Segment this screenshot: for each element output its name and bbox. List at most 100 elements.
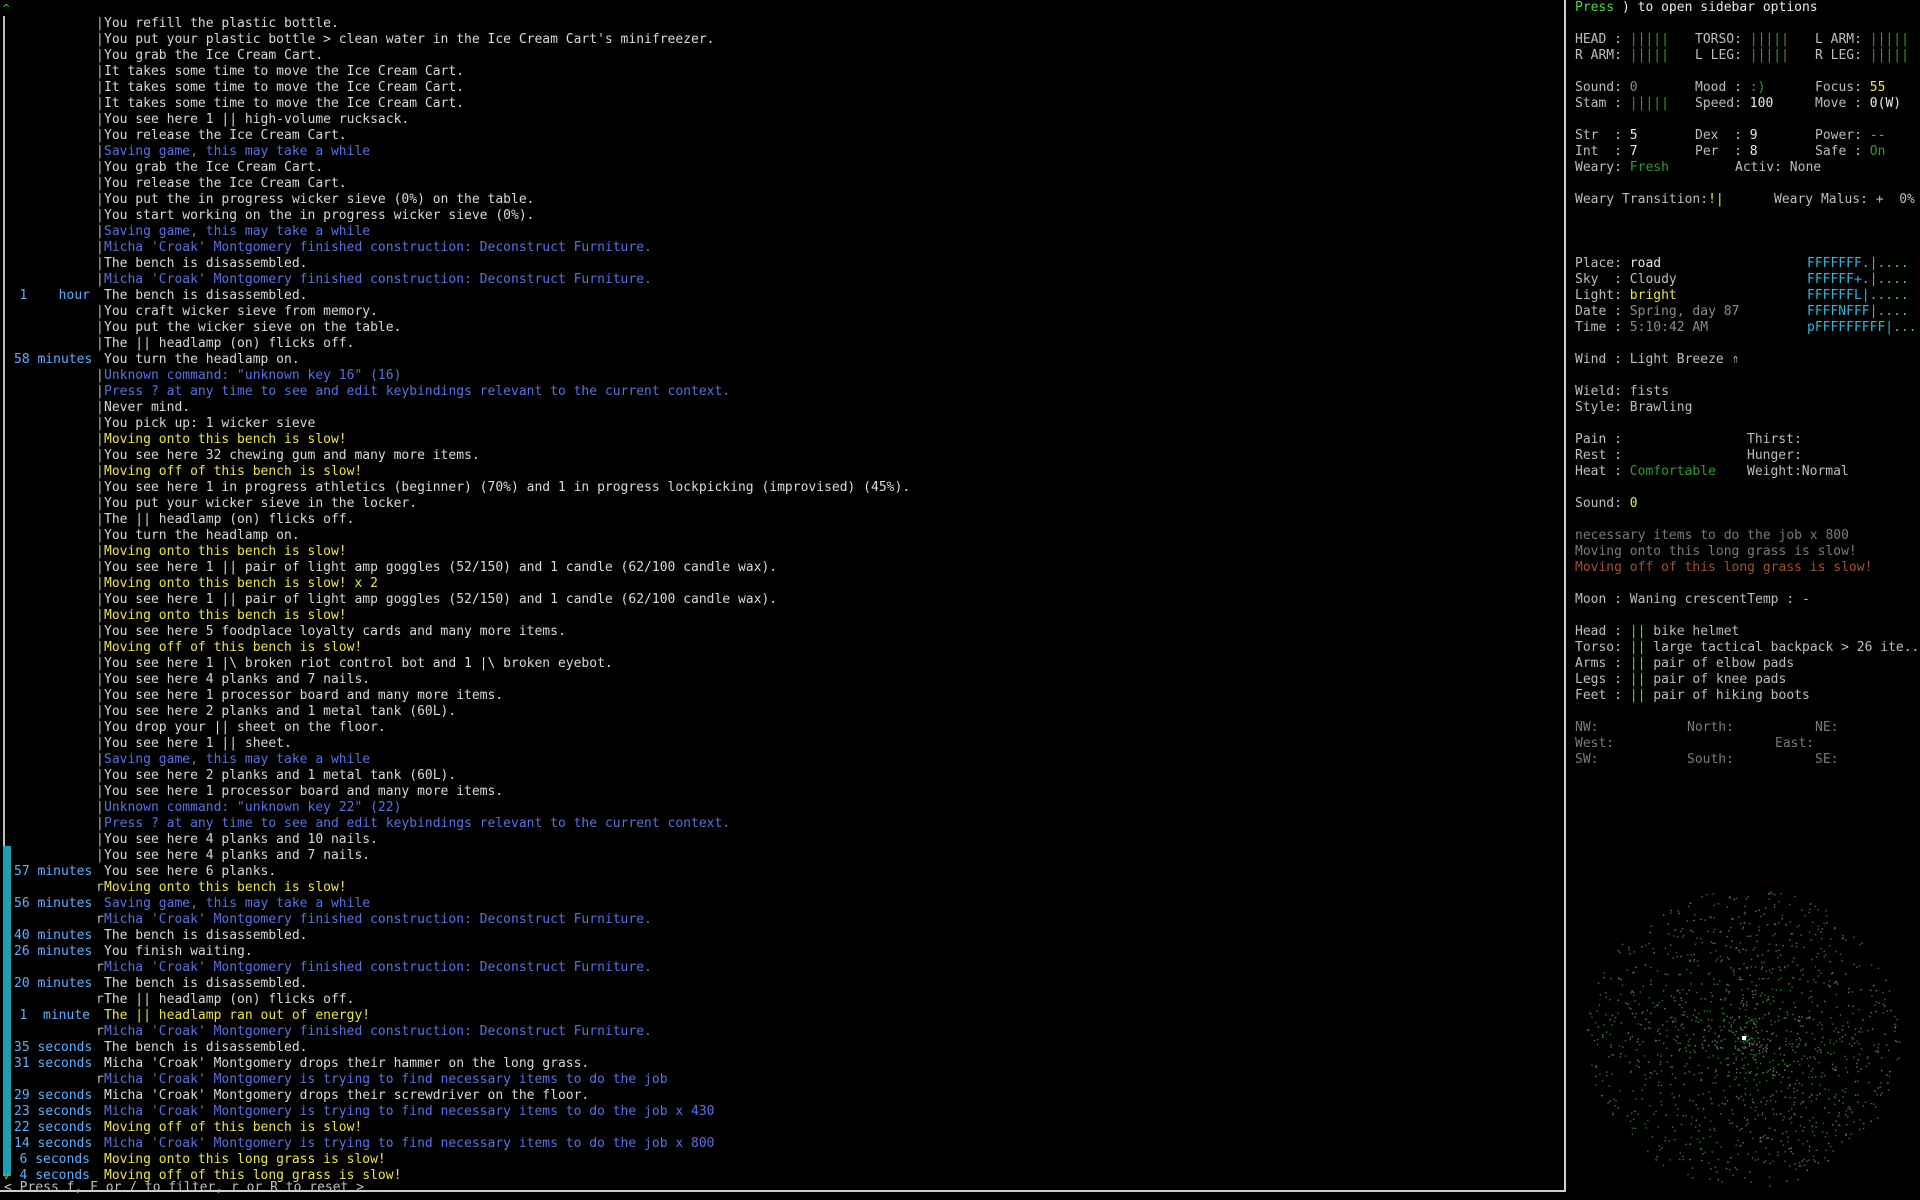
terrain-tile [1649, 1027, 1651, 1030]
terrain-tile [1609, 999, 1611, 1001]
terrain-tile [1839, 953, 1842, 955]
terrain-tile [1822, 1122, 1825, 1124]
terrain-tile [1710, 941, 1712, 943]
terrain-tile [1719, 980, 1721, 982]
log-scroll-track[interactable] [3, 16, 5, 846]
terrain-tile [1825, 915, 1828, 917]
terrain-tile [1754, 947, 1756, 949]
terrain-tile [1819, 1021, 1821, 1024]
minimap-row: FFFFFF+.|.... [1807, 272, 1909, 287]
terrain-tile [1805, 1031, 1808, 1034]
terrain-tile [1799, 1039, 1802, 1041]
log-message: Moving off of this bench is slow! [104, 464, 363, 479]
terrain-view[interactable] [1575, 870, 1920, 1200]
terrain-tile [1652, 1002, 1654, 1004]
terrain-tile [1690, 954, 1693, 956]
terrain-tile [1619, 1090, 1621, 1092]
log-bracket: | [96, 320, 104, 335]
terrain-tile [1667, 933, 1670, 935]
terrain-tile [1774, 1021, 1776, 1023]
terrain-tile [1815, 1098, 1817, 1100]
sound-label-2: Sound: [1575, 496, 1622, 511]
terrain-tile [1602, 1034, 1604, 1036]
log-scroll-thumb[interactable] [3, 846, 11, 1176]
terrain-tile [1731, 918, 1733, 920]
terrain-tile [1707, 1067, 1709, 1069]
terrain-tile [1677, 1108, 1679, 1110]
log-line: 40 minutes The bench is disassembled. [14, 928, 1554, 944]
terrain-tile [1760, 968, 1763, 970]
head-health-bar: ||||| [1629, 32, 1669, 47]
terrain-tile [1605, 1014, 1607, 1016]
terrain-tile [1734, 1078, 1736, 1081]
terrain-tile [1816, 1094, 1819, 1096]
terrain-tile [1867, 1081, 1870, 1084]
terrain-tile [1696, 960, 1699, 962]
terrain-tile [1742, 1040, 1744, 1043]
terrain-tile [1591, 1064, 1593, 1066]
log-timestamp [14, 1024, 96, 1040]
place-label: Place: [1575, 256, 1622, 271]
weight-label: Weight: [1747, 464, 1802, 479]
terrain-tile [1757, 1037, 1760, 1039]
terrain-tile [1626, 969, 1629, 971]
terrain-tile [1693, 953, 1695, 956]
terrain-tile [1808, 1096, 1811, 1098]
terrain-tile [1670, 909, 1673, 912]
terrain-tile [1754, 1118, 1756, 1120]
terrain-tile [1587, 1029, 1589, 1031]
log-timestamp [14, 608, 96, 624]
terrain-tile [1647, 1061, 1650, 1063]
terrain-tile [1813, 979, 1815, 981]
terrain-tile [1703, 1010, 1705, 1012]
terrain-tile [1712, 893, 1715, 895]
log-line: | Saving game, this may take a while [14, 144, 1554, 160]
terrain-tile [1753, 1021, 1755, 1023]
terrain-tile [1835, 1120, 1837, 1122]
log-timestamp [14, 784, 96, 800]
terrain-tile [1762, 1001, 1764, 1003]
terrain-tile [1681, 1023, 1684, 1025]
lleg-label: L LEG: [1695, 48, 1742, 63]
terrain-tile [1658, 1081, 1660, 1083]
log-timestamp [14, 960, 96, 976]
terrain-tile [1766, 1071, 1768, 1073]
terrain-tile [1742, 1099, 1745, 1102]
message-log[interactable]: ^ | You refill the plastic bottle. | You pu… [0, 0, 1566, 1195]
terrain-tile [1868, 1062, 1870, 1065]
terrain-tile [1798, 1165, 1800, 1167]
heat-label: Heat : [1575, 464, 1622, 479]
terrain-tile [1694, 1045, 1696, 1047]
terrain-tile [1635, 1098, 1637, 1100]
terrain-tile [1757, 1032, 1759, 1034]
terrain-tile [1754, 1007, 1757, 1010]
moon-label: Moon : [1575, 592, 1622, 607]
terrain-tile [1772, 1059, 1774, 1062]
terrain-tile [1730, 1024, 1732, 1026]
terrain-tile [1749, 1020, 1751, 1022]
move-value: 0(W) [1869, 96, 1902, 111]
terrain-tile [1792, 1049, 1794, 1051]
terrain-tile [1650, 979, 1652, 982]
log-timestamp [14, 336, 96, 352]
terrain-tile [1696, 991, 1698, 994]
terrain-tile [1858, 1009, 1860, 1011]
scroll-up-arrow-icon[interactable]: ^ [3, 1, 10, 17]
terrain-tile [1703, 1036, 1705, 1038]
sidebar-options-hint[interactable]: Press ) to open sidebar options [1575, 0, 1818, 16]
log-bracket: | [96, 544, 104, 559]
terrain-tile [1742, 1142, 1744, 1144]
terrain-tile [1772, 1160, 1774, 1163]
log-message: Moving off of this bench is slow! [104, 640, 363, 655]
log-timestamp: 40 minutes [14, 928, 93, 943]
terrain-tile [1824, 1107, 1826, 1109]
terrain-tile [1667, 923, 1670, 925]
terrain-tile [1896, 1040, 1898, 1043]
terrain-tile [1851, 1111, 1853, 1113]
terrain-tile [1786, 1011, 1788, 1013]
overmap-minimap[interactable]: FFFFFFF.|.... FFFFFF+.|.... FFFFFFL|....… [1807, 256, 1920, 336]
terrain-tile [1738, 968, 1741, 970]
terrain-tile [1733, 1062, 1735, 1064]
terrain-tile [1697, 1064, 1700, 1067]
terrain-tile [1801, 909, 1803, 911]
